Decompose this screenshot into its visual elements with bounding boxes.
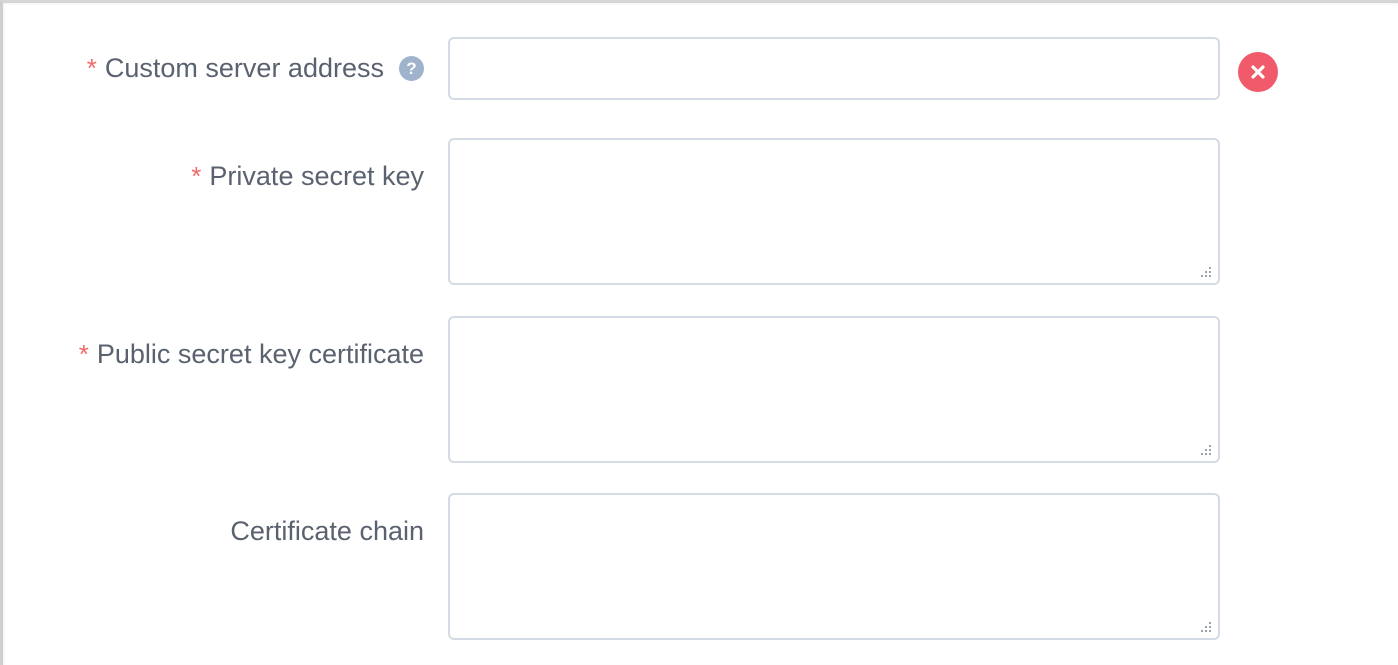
custom-server-address-input[interactable] [448, 37, 1220, 100]
close-glyph [1251, 65, 1265, 79]
custom-server-address-label-text: Custom server address [104, 53, 384, 83]
private-secret-key-textarea[interactable] [448, 138, 1220, 285]
custom-server-address-label: * Custom server address ? [87, 51, 424, 85]
required-marker: * [191, 161, 202, 191]
public-secret-key-certificate-label: * Public secret key certificate [79, 337, 424, 371]
form-panel: * Custom server address ? * Private secr… [0, 0, 1398, 665]
private-secret-key-label-text: Private secret key [209, 161, 424, 191]
private-secret-key-label: * Private secret key [191, 159, 424, 193]
public-secret-key-certificate-textarea[interactable] [448, 316, 1220, 463]
required-marker: * [86, 53, 97, 83]
certificate-chain-label: Certificate chain [230, 514, 424, 548]
certificate-chain-textarea[interactable] [448, 493, 1220, 640]
question-circle-icon[interactable]: ? [399, 55, 424, 81]
required-marker: * [78, 339, 89, 369]
certificate-chain-label-text: Certificate chain [230, 516, 424, 546]
public-secret-key-certificate-label-text: Public secret key certificate [96, 339, 424, 369]
close-circle-icon[interactable] [1238, 52, 1278, 92]
